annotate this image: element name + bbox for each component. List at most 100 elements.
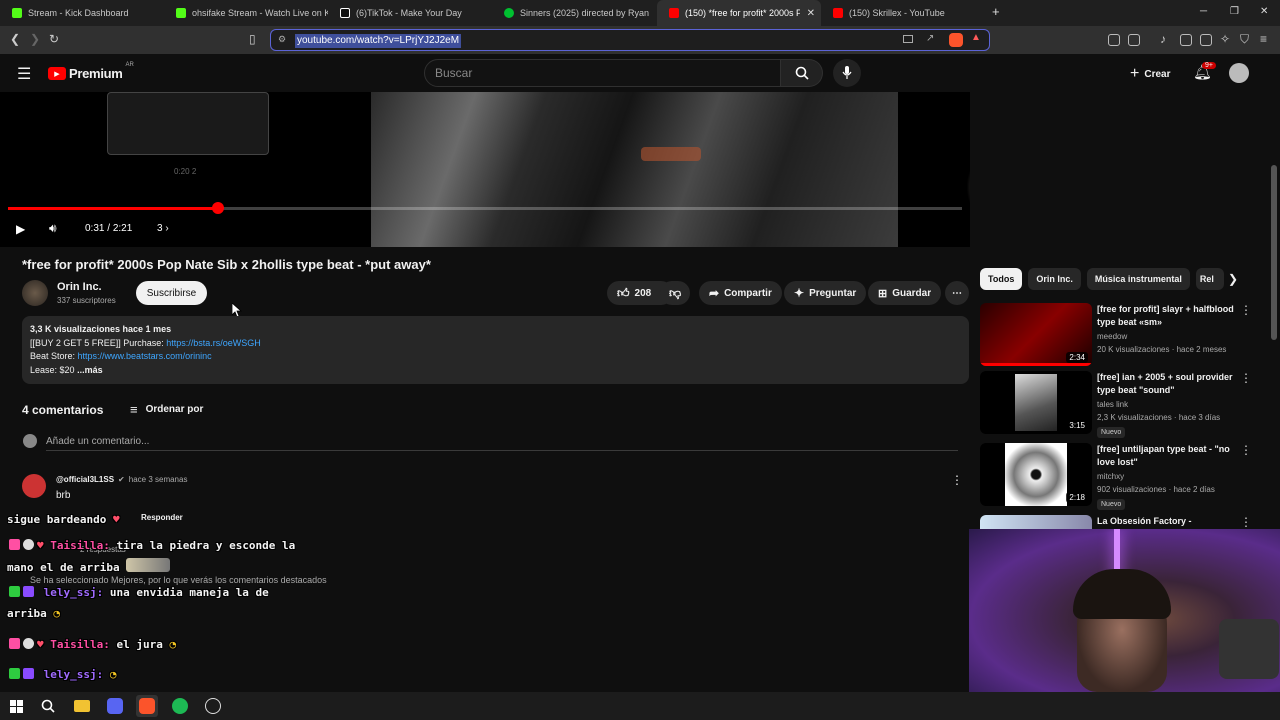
new-badge: Nuevo bbox=[1097, 427, 1126, 438]
progress-bar[interactable] bbox=[8, 202, 962, 214]
extensions-icon[interactable] bbox=[1108, 34, 1120, 46]
more-options-icon[interactable]: ⋮ bbox=[1240, 371, 1252, 385]
related-video[interactable]: La Obsesión Factory - ⋮ bbox=[980, 515, 1270, 529]
subscribe-button[interactable]: Suscribirse bbox=[136, 281, 207, 305]
file-explorer-icon[interactable] bbox=[74, 700, 90, 712]
video-player[interactable]: 0:20 2 ▶ 🔊︎ 0:31 / 2:21 3 › ⚙ ⤢ bbox=[0, 92, 970, 247]
tab-menu-icon[interactable] bbox=[1200, 34, 1212, 46]
chip-all[interactable]: Todos bbox=[980, 268, 1023, 290]
related-video[interactable]: 2:18 [free] untiljapan type beat - "no l… bbox=[980, 443, 1270, 510]
dislike-button[interactable]: 👎︎ bbox=[660, 281, 691, 305]
url-text[interactable]: youtube.com/watch?v=LPrjYJ2J2eM bbox=[295, 34, 462, 48]
ai-icon[interactable]: ✧ bbox=[1220, 32, 1230, 46]
browser-tab[interactable]: ohsifake Stream - Watch Live on Kick bbox=[164, 0, 328, 26]
voice-search-button[interactable] bbox=[833, 59, 861, 87]
reply-button[interactable]: Responder bbox=[141, 513, 183, 522]
forward-icon[interactable]: ❯ bbox=[30, 32, 40, 46]
tab-title: ohsifake Stream - Watch Live on Kick bbox=[192, 8, 328, 18]
comments-sort-notice: Se ha seleccionado Mejores, por lo que v… bbox=[30, 575, 327, 585]
browser-tab[interactable]: (6)TikTok - Make Your Day bbox=[328, 0, 492, 26]
screenshot-icon[interactable] bbox=[903, 35, 913, 43]
chip-instrumental[interactable]: Música instrumental bbox=[1086, 268, 1190, 290]
page-scrollbar-thumb[interactable] bbox=[1271, 165, 1277, 340]
search-icon[interactable] bbox=[40, 698, 56, 714]
chapter-button[interactable]: 3 › bbox=[157, 223, 169, 234]
ask-button[interactable]: ✦ Preguntar bbox=[784, 281, 867, 305]
obs-icon[interactable] bbox=[205, 698, 221, 714]
wallet-icon[interactable] bbox=[1128, 34, 1140, 46]
browser-tab[interactable]: Stream - Kick Dashboard bbox=[0, 0, 164, 26]
video-thumbnail[interactable]: 2:34 bbox=[980, 303, 1092, 366]
browser-tab-active[interactable]: (150) *free for profit* 2000s Pop ✕ bbox=[657, 0, 821, 26]
related-video-title[interactable]: [free] ian + 2005 + soul provider type b… bbox=[1097, 371, 1247, 397]
close-window-icon[interactable]: ✕ bbox=[1260, 6, 1268, 17]
spotify-icon[interactable] bbox=[172, 698, 188, 714]
commenter-avatar[interactable] bbox=[22, 474, 46, 498]
description-box[interactable]: 3,3 K visualizaciones hace 1 mes [[BUY 2… bbox=[22, 316, 969, 384]
create-button[interactable]: + Crear bbox=[1130, 65, 1170, 83]
search-input[interactable]: Buscar bbox=[424, 59, 781, 87]
more-options-icon[interactable]: ⋮ bbox=[1240, 443, 1252, 457]
video-thumbnail[interactable]: 3:15 bbox=[980, 371, 1092, 434]
maximize-icon[interactable]: ❐ bbox=[1230, 6, 1239, 17]
show-more-link[interactable]: ...más bbox=[77, 365, 103, 375]
vpn-icon[interactable]: ⛉ bbox=[1240, 32, 1249, 47]
browser-tab-strip: Stream - Kick Dashboard ohsifake Stream … bbox=[0, 0, 1280, 26]
video-thumbnail[interactable]: 2:18 bbox=[980, 443, 1092, 506]
beatstore-link[interactable]: https://www.beatstars.com/orininc bbox=[78, 351, 212, 361]
hamburger-menu-icon[interactable]: ☰ bbox=[17, 64, 31, 84]
youtube-logo[interactable]: ▶ Premium AR bbox=[48, 62, 134, 81]
progress-scrubber-handle[interactable] bbox=[211, 202, 224, 214]
video-frame[interactable] bbox=[371, 92, 970, 247]
video-thumbnail[interactable] bbox=[980, 515, 1092, 529]
channel-name[interactable]: Orin Inc. bbox=[57, 281, 102, 293]
address-bar[interactable]: ⚙ youtube.com/watch?v=LPrjYJ2J2eM ↗ ▲ bbox=[270, 29, 990, 51]
back-icon[interactable]: ❮ bbox=[10, 32, 20, 46]
sort-comments-button[interactable]: ≡ Ordenar por bbox=[130, 402, 203, 417]
windows-start-icon[interactable] bbox=[8, 698, 24, 714]
comment-author[interactable]: @official3L1SS bbox=[56, 475, 114, 484]
related-channel[interactable]: meedow bbox=[1097, 332, 1127, 341]
share-icon[interactable]: ↗ bbox=[926, 33, 934, 44]
discord-icon[interactable] bbox=[107, 698, 123, 714]
comment-options-icon[interactable]: ⋮ bbox=[951, 473, 963, 487]
sidebar-icon[interactable] bbox=[1180, 34, 1192, 46]
channel-avatar[interactable] bbox=[22, 280, 48, 306]
browser-tab[interactable]: (150) Skrillex - YouTube bbox=[821, 0, 985, 26]
chips-next-icon[interactable]: ❯ bbox=[1228, 272, 1238, 286]
related-video-title[interactable]: [free] untiljapan type beat - "no love l… bbox=[1097, 443, 1247, 469]
brave-shields-icon[interactable] bbox=[949, 33, 963, 47]
search-button[interactable] bbox=[781, 59, 823, 87]
bookmark-icon[interactable]: ▯ bbox=[249, 32, 256, 46]
related-video-title[interactable]: La Obsesión Factory - bbox=[1097, 515, 1247, 528]
site-settings-icon[interactable]: ⚙ bbox=[278, 34, 286, 45]
more-actions-button[interactable]: ⋯ bbox=[945, 281, 969, 305]
browser-tab[interactable]: Sinners (2025) directed by Ryan Coogler bbox=[492, 0, 656, 26]
more-options-icon[interactable]: ⋮ bbox=[1240, 303, 1252, 317]
minimize-icon[interactable]: ─ bbox=[1200, 6, 1207, 17]
chip-channel[interactable]: Orin Inc. bbox=[1028, 268, 1081, 290]
kick-favicon-icon bbox=[12, 8, 22, 18]
brave-rewards-icon[interactable]: ▲ bbox=[971, 32, 981, 43]
new-tab-icon[interactable]: + bbox=[992, 4, 1000, 19]
menu-icon[interactable]: ≡ bbox=[1260, 32, 1267, 46]
logo-region: AR bbox=[125, 62, 134, 68]
related-channel[interactable]: mitchxy bbox=[1097, 472, 1124, 481]
music-icon[interactable]: ♪ bbox=[1160, 32, 1166, 46]
volume-icon[interactable]: 🔊︎ bbox=[49, 221, 57, 236]
related-channel[interactable]: tales link bbox=[1097, 400, 1128, 409]
purchase-link[interactable]: https://bsta.rs/oeWSGH bbox=[166, 338, 261, 348]
play-icon[interactable]: ▶ bbox=[16, 222, 25, 236]
account-avatar[interactable] bbox=[1229, 63, 1249, 83]
reload-icon[interactable]: ↻ bbox=[49, 32, 59, 46]
related-video[interactable]: 3:15 [free] ian + 2005 + soul provider t… bbox=[980, 371, 1270, 438]
chip-related[interactable]: Rel bbox=[1195, 268, 1224, 290]
add-comment-input[interactable]: Añade un comentario... bbox=[46, 436, 958, 451]
close-tab-icon[interactable]: ✕ bbox=[807, 8, 815, 19]
related-video-title[interactable]: [free for profit] slayr + halfblood type… bbox=[1097, 303, 1247, 329]
share-button[interactable]: ➦ Compartir bbox=[699, 281, 782, 305]
more-options-icon[interactable]: ⋮ bbox=[1240, 515, 1252, 529]
brave-browser-icon[interactable] bbox=[139, 698, 155, 714]
related-video[interactable]: 2:34 [free for profit] slayr + halfblood… bbox=[980, 303, 1270, 366]
save-button[interactable]: ⊞ Guardar bbox=[868, 281, 942, 305]
